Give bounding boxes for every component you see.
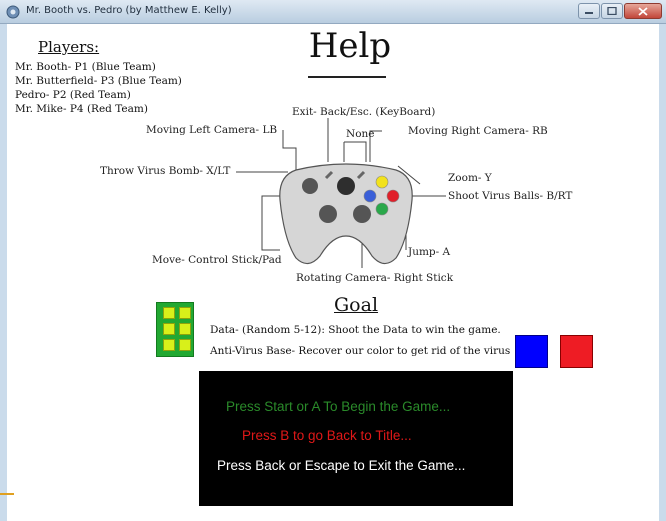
label-shoot-virus-balls: Shoot Virus Balls- B/RT (448, 190, 573, 202)
blue-team-swatch (515, 335, 548, 368)
goal-data-line: Data- (Random 5-12): Shoot the Data to w… (210, 324, 501, 336)
label-move: Move- Control Stick/Pad (152, 254, 282, 266)
label-rotating-camera: Rotating Camera- Right Stick (296, 272, 454, 284)
label-moving-left-camera: Moving Left Camera- LB (146, 124, 278, 136)
menu-start-option[interactable]: Press Start or A To Begin the Game... (226, 399, 450, 414)
goal-title: Goal (334, 294, 379, 316)
menu-panel: Press Start or A To Begin the Game... Pr… (199, 371, 513, 506)
goal-antivirus-line: Anti-Virus Base- Recover our color to ge… (210, 345, 511, 357)
data-chip-icon (156, 302, 194, 357)
label-zoom: Zoom- Y (448, 172, 492, 184)
none-leader-line (343, 141, 367, 162)
controller-icon (279, 163, 413, 265)
label-exit: Exit- Back/Esc. (KeyBoard) (292, 106, 436, 118)
lb-leader-line (282, 130, 297, 170)
menu-exit-option[interactable]: Press Back or Escape to Exit the Game... (217, 458, 465, 473)
bottom-accent (0, 493, 14, 495)
menu-back-option[interactable]: Press B to go Back to Title... (242, 428, 412, 443)
label-throw-virus-bomb: Throw Virus Bomb- X/LT (100, 165, 231, 177)
red-team-swatch (560, 335, 593, 368)
label-none: None (346, 128, 375, 140)
label-moving-right-camera: Moving Right Camera- RB (408, 125, 548, 137)
label-jump: Jump- A (408, 246, 451, 258)
